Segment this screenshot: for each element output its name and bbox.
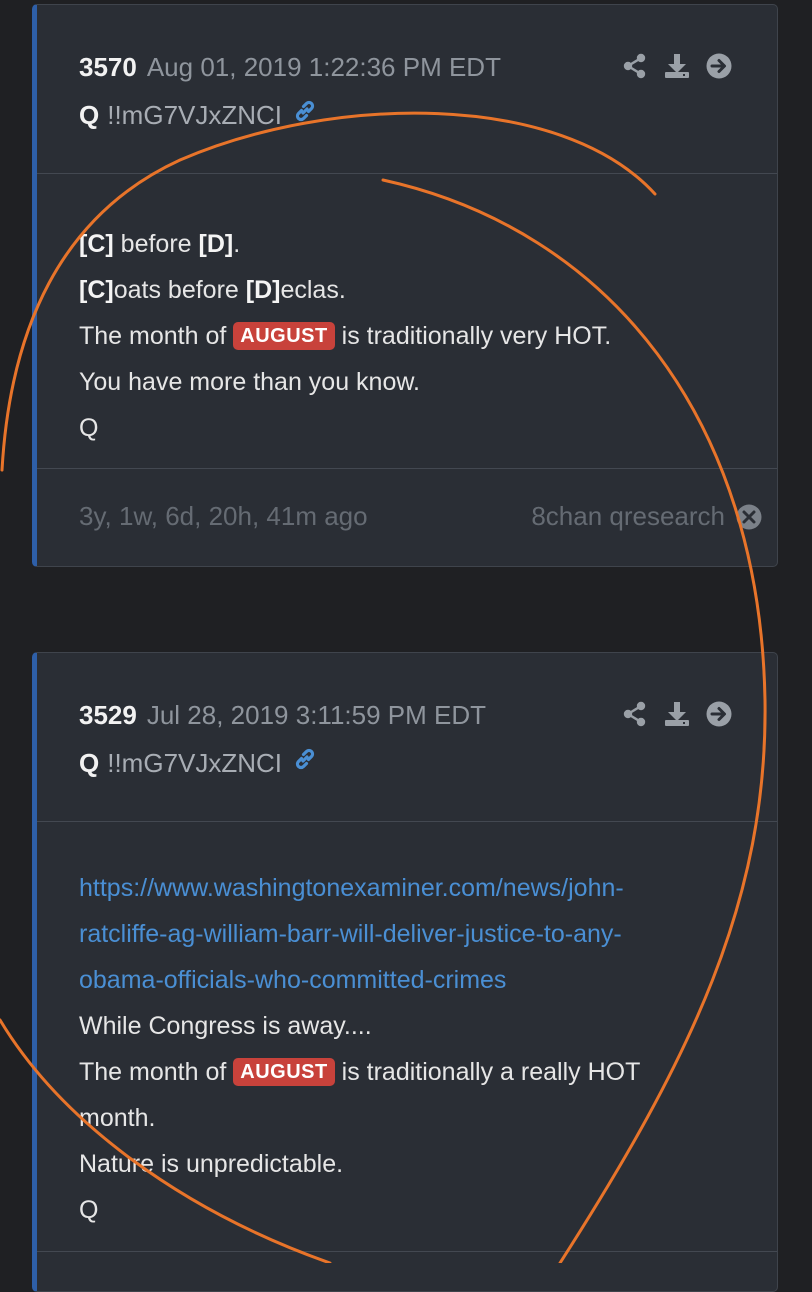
link-icon[interactable] (292, 746, 318, 779)
post-signature: Q (79, 414, 99, 442)
arrow-right-circle-icon[interactable] (705, 52, 733, 80)
post-number[interactable]: 3570 (79, 52, 137, 82)
post-date: Aug 01, 2019 1:22:36 PM EDT (146, 52, 501, 82)
author-name: Q (79, 748, 100, 778)
post-number[interactable]: 3529 (79, 700, 137, 730)
keyword-tag[interactable]: AUGUST (233, 322, 335, 350)
download-icon[interactable] (663, 700, 691, 728)
post-text: https://www.washingtonexaminer.com/news/… (79, 865, 757, 1233)
close-circle-icon[interactable] (735, 503, 763, 531)
post-date: Jul 28, 2019 3:11:59 PM EDT (146, 700, 486, 730)
post-line: While Congress is away.... (79, 1012, 372, 1040)
link-icon[interactable] (292, 98, 318, 131)
post-actions (621, 51, 733, 81)
post-footer (37, 1251, 777, 1291)
post-text: [C] before [D]. [C]oats before [D]eclas.… (79, 221, 757, 451)
post-actions (621, 699, 733, 729)
post-header: 3529 Jul 28, 2019 3:11:59 PM EDT Q !!mG7VJ… (37, 653, 777, 822)
share-icon[interactable] (621, 52, 649, 80)
post-meta: 3529 Jul 28, 2019 3:11:59 PM EDT (79, 699, 486, 731)
post-line: month. (79, 1104, 156, 1132)
post-card: 3529 Jul 28, 2019 3:11:59 PM EDT Q !!mG7VJ… (32, 652, 778, 1292)
post-line: The month of AUGUST is traditionally ver… (79, 322, 612, 350)
post-url-line[interactable]: ratcliffe-ag-william-barr-will-deliver-j… (79, 911, 757, 957)
post-card: 3570 Aug 01, 2019 1:22:36 PM EDT Q !!mG7VJ… (32, 4, 778, 567)
tripcode: !!mG7VJxZNCI (107, 100, 283, 130)
download-icon[interactable] (663, 52, 691, 80)
author-name: Q (79, 100, 100, 130)
post-footer: 3y, 1w, 6d, 20h, 41m ago 8chan qresearch (37, 468, 777, 566)
arrow-right-circle-icon[interactable] (705, 700, 733, 728)
post-line: The month of AUGUST is traditionally a r… (79, 1058, 641, 1086)
post-line: Nature is unpredictable. (79, 1150, 344, 1178)
post-line: You have more than you know. (79, 368, 420, 396)
post-author: Q !!mG7VJxZNCI (79, 747, 318, 782)
post-signature: Q (79, 1196, 99, 1224)
post-header: 3570 Aug 01, 2019 1:22:36 PM EDT Q !!mG7VJ… (37, 5, 777, 174)
post-line: [C]oats before [D]eclas. (79, 276, 346, 304)
post-line: [C] before [D]. (79, 230, 241, 258)
post-url-line[interactable]: https://www.washingtonexaminer.com/news/… (79, 865, 757, 911)
post-meta: 3570 Aug 01, 2019 1:22:36 PM EDT (79, 51, 501, 83)
time-ago: 3y, 1w, 6d, 20h, 41m ago (79, 501, 368, 531)
tripcode: !!mG7VJxZNCI (107, 748, 283, 778)
source-board[interactable]: 8chan qresearch (531, 501, 725, 532)
post-url-line[interactable]: obama-officials-who-committed-crimes (79, 957, 757, 1003)
post-author: Q !!mG7VJxZNCI (79, 99, 318, 134)
share-icon[interactable] (621, 700, 649, 728)
keyword-tag[interactable]: AUGUST (233, 1058, 335, 1086)
